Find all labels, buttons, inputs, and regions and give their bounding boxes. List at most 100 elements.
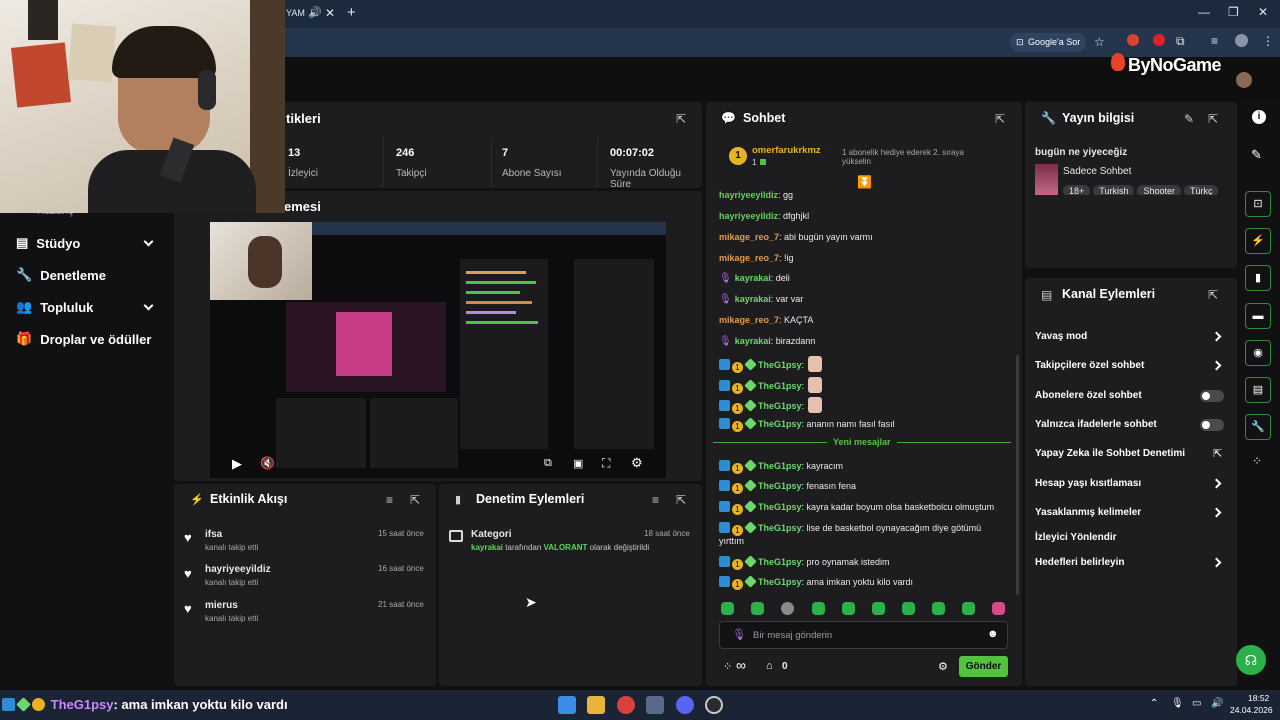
channel-action-2[interactable]: Takipçilere özel sohbet: [1035, 360, 1144, 371]
microphone-icon[interactable]: 🎙: [732, 628, 746, 641]
emote-icon[interactable]: [812, 602, 825, 615]
pinned-user[interactable]: omerfarukrkmz: [752, 145, 821, 156]
category-thumbnail[interactable]: [1035, 164, 1058, 195]
tray-volume-icon[interactable]: 🔊: [1211, 698, 1223, 709]
channel-action-7[interactable]: Yasaklanmış kelimeler: [1035, 507, 1141, 518]
chat-username[interactable]: TheG1psy: [758, 360, 802, 370]
browser-tab-title[interactable]: YAM: [286, 8, 305, 18]
profile-avatar[interactable]: [1235, 34, 1248, 47]
chat-username[interactable]: TheG1psy: [758, 481, 802, 491]
chat-username[interactable]: TheG1psy: [758, 401, 802, 411]
rail-button-shield[interactable]: ▮: [1245, 265, 1271, 291]
chat-username[interactable]: kayrakai: [735, 336, 771, 346]
chat-username[interactable]: TheG1psy: [758, 577, 802, 587]
popout-icon[interactable]: ⇱: [410, 493, 420, 507]
speaker-icon[interactable]: 🔊: [308, 6, 322, 19]
filter-icon[interactable]: ≡: [652, 493, 659, 507]
rail-button-list[interactable]: ▤: [1245, 377, 1271, 403]
chrome-icon[interactable]: [617, 696, 635, 714]
stream-preview-video[interactable]: ▶ 🔇 ⧉ ▣ ⛶ ⚙: [210, 222, 666, 478]
tray-chevron-icon[interactable]: ⌃: [1150, 698, 1158, 709]
popout-icon[interactable]: ⇱: [1208, 288, 1218, 302]
rail-button-bolt[interactable]: ⚡: [1245, 228, 1271, 254]
menu-dots-icon[interactable]: ⋮: [1262, 34, 1274, 48]
puzzle-icon[interactable]: ⧉: [1176, 34, 1185, 49]
tag-pill[interactable]: Türkç: [1183, 185, 1219, 195]
extension-red-icon[interactable]: [1153, 34, 1165, 46]
emote-icon[interactable]: [872, 602, 885, 615]
send-button[interactable]: Gönder: [959, 656, 1008, 677]
activity-user[interactable]: hayriyeeyildiz: [205, 564, 271, 575]
activity-user[interactable]: ifsa: [205, 529, 222, 540]
toggle-switch[interactable]: [1200, 419, 1224, 431]
clip-icon[interactable]: ▣: [573, 457, 583, 470]
emote-icon[interactable]: [842, 602, 855, 615]
chat-username[interactable]: TheG1psy: [758, 419, 802, 429]
emote-icon[interactable]: [992, 602, 1005, 615]
collapse-icon[interactable]: ⏬: [857, 175, 872, 189]
site-logo[interactable]: ByNoGame: [1128, 55, 1222, 76]
moderation-user[interactable]: kayrakai: [471, 543, 503, 552]
clock-time[interactable]: 18:52: [1248, 693, 1269, 703]
tag-pill[interactable]: Turkish: [1093, 185, 1135, 195]
chat-username[interactable]: TheG1psy: [758, 502, 802, 512]
popout-icon[interactable]: ⇱: [676, 493, 686, 507]
moderation-category[interactable]: VALORANT: [544, 543, 588, 552]
emoji-icon[interactable]: ☻: [987, 628, 999, 640]
chat-settings-icon[interactable]: ⚙: [938, 660, 948, 673]
info-icon[interactable]: i: [1252, 110, 1266, 124]
filter-icon[interactable]: ≡: [386, 493, 393, 507]
popout-icon[interactable]: ⇱: [995, 112, 1005, 126]
channel-action-1[interactable]: Yavaş mod: [1035, 331, 1087, 342]
restore-icon[interactable]: ❐: [1228, 5, 1239, 19]
chat-username[interactable]: mikage_reo_7: [719, 253, 779, 263]
popout-icon[interactable]: ⇱: [1208, 112, 1218, 126]
chat-username[interactable]: kayrakai: [735, 273, 771, 283]
discord-icon[interactable]: [676, 696, 694, 714]
play-icon[interactable]: ▶: [232, 456, 242, 472]
settings-icon[interactable]: ⚙: [631, 455, 643, 471]
rail-button-wrench[interactable]: 🔧: [1245, 414, 1271, 440]
support-button[interactable]: ☊: [1236, 645, 1266, 675]
channel-action-9[interactable]: Hedefleri belirleyin: [1035, 557, 1124, 568]
chat-username[interactable]: TheG1psy: [758, 381, 802, 391]
chat-username[interactable]: TheG1psy: [758, 557, 802, 567]
media-icon[interactable]: ≡: [1211, 34, 1218, 48]
close-window-icon[interactable]: ✕: [1258, 5, 1268, 19]
tray-mic-icon[interactable]: 🎙: [1171, 698, 1184, 709]
rail-button-chat[interactable]: ▬: [1245, 303, 1271, 329]
chat-username[interactable]: mikage_reo_7: [719, 232, 779, 242]
edit-icon[interactable]: ✎: [1251, 147, 1262, 163]
channel-action-4[interactable]: Yalnızca ifadelerle sohbet: [1035, 419, 1157, 430]
chat-username[interactable]: TheG1psy: [758, 461, 802, 471]
rail-button-broadcast[interactable]: ◉: [1245, 340, 1271, 366]
emote-icon[interactable]: [962, 602, 975, 615]
channel-action-8[interactable]: İzleyici Yönlendir: [1035, 532, 1117, 543]
users-icon[interactable]: ⁘: [1252, 454, 1262, 468]
chat-username[interactable]: TheG1psy: [758, 523, 802, 533]
obs-icon[interactable]: [705, 696, 723, 714]
user-avatar[interactable]: [1236, 72, 1252, 88]
users-icon[interactable]: ⁘: [723, 660, 732, 673]
popout-icon[interactable]: ⇱: [676, 112, 686, 126]
sidebar-item-moderation[interactable]: 🔧 Denetleme: [16, 267, 106, 283]
windows-start-icon[interactable]: [558, 696, 576, 714]
mute-icon[interactable]: 🔇: [260, 456, 275, 470]
toggle-switch[interactable]: [1200, 390, 1224, 402]
close-tab-icon[interactable]: ✕: [325, 6, 335, 20]
tray-monitor-icon[interactable]: ▭: [1192, 698, 1201, 709]
stream-category[interactable]: Sadece Sohbet: [1063, 166, 1131, 177]
fullscreen-icon[interactable]: ⛶: [602, 456, 610, 471]
clock-date[interactable]: 24.04.2026: [1230, 705, 1273, 715]
chat-username[interactable]: mikage_reo_7: [719, 315, 779, 325]
sidebar-item-drops[interactable]: 🎁 Droplar ve ödüller: [16, 331, 151, 347]
edit-icon[interactable]: ✎: [1184, 112, 1194, 126]
chat-username[interactable]: kayrakai: [735, 294, 771, 304]
pip-icon[interactable]: ⧉: [544, 457, 552, 470]
channel-action-3[interactable]: Abonelere özel sohbet: [1035, 390, 1142, 401]
google-ask-button[interactable]: ⊡ Google'a Sor: [1010, 33, 1086, 52]
rail-button-clip[interactable]: ⊡: [1245, 191, 1271, 217]
external-link-icon[interactable]: ⇱: [1213, 447, 1222, 460]
file-explorer-icon[interactable]: [587, 696, 605, 714]
minimize-icon[interactable]: —: [1198, 5, 1210, 19]
